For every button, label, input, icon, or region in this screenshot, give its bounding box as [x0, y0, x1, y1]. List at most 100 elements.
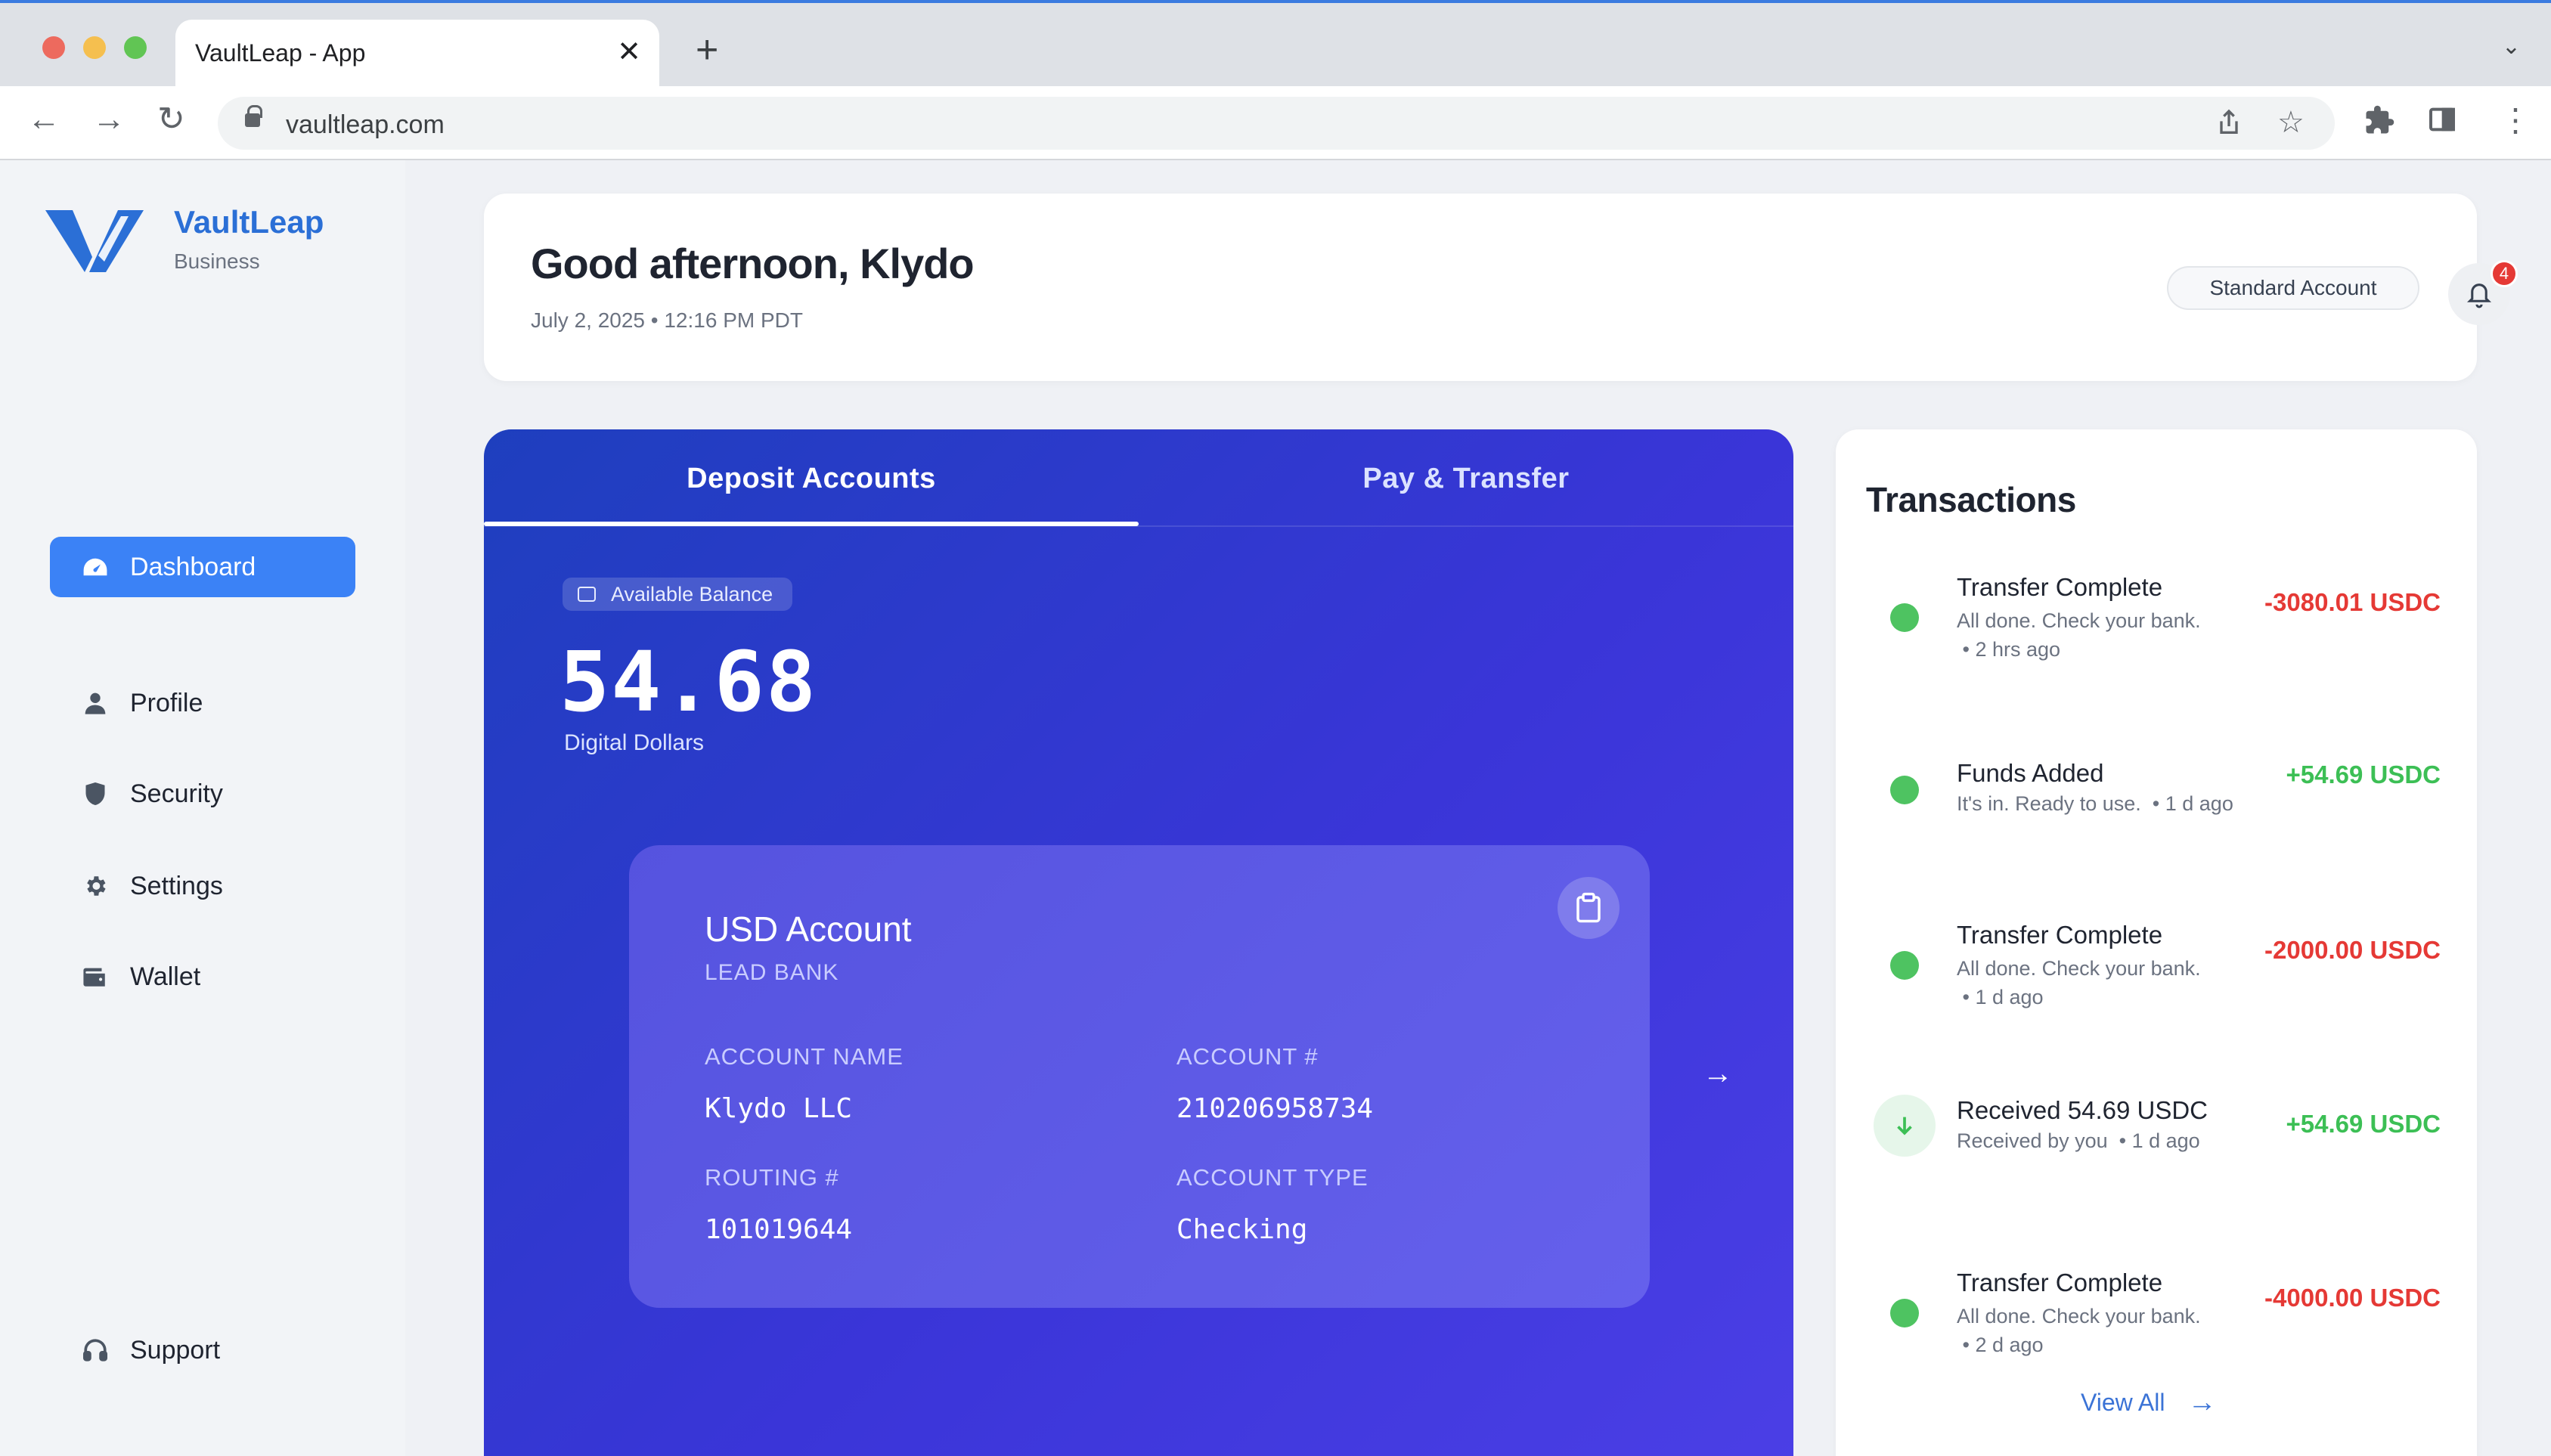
- wallet-icon: [578, 587, 596, 602]
- sidebar-item-security[interactable]: Security: [50, 764, 355, 824]
- account-type-label: ACCOUNT TYPE: [1176, 1164, 1368, 1191]
- wallet-icon: [82, 963, 109, 990]
- view-all-label: View All: [2081, 1389, 2165, 1416]
- usd-account-card: USD Account LEAD BANK ACCOUNT NAME Klydo…: [629, 845, 1650, 1308]
- transaction-item[interactable]: Funds Added It's in. Ready to use. • 1 d…: [1836, 759, 2477, 872]
- sidebar-item-label: Security: [130, 779, 223, 808]
- back-arrow-icon[interactable]: ←: [27, 103, 60, 136]
- shield-icon: [82, 780, 109, 807]
- new-tab-icon[interactable]: +: [696, 30, 718, 70]
- transactions-heading: Transactions: [1866, 480, 2076, 519]
- browser-tab-title: VaultLeap - App: [195, 39, 366, 67]
- sidebar-item-wallet[interactable]: Wallet: [50, 946, 355, 1007]
- browser-tab[interactable]: VaultLeap - App ✕: [175, 20, 659, 89]
- window-close-button[interactable]: [42, 36, 65, 59]
- transaction-description: Received by you • 1 d ago: [1957, 1129, 2200, 1152]
- sidebar: VaultLeap Business Dashboard Profile Sec…: [0, 160, 405, 1456]
- share-icon[interactable]: [2214, 107, 2244, 143]
- sidebar-item-support[interactable]: Support: [50, 1320, 355, 1380]
- tab-deposit-accounts[interactable]: Deposit Accounts: [484, 429, 1139, 528]
- transaction-amount: +54.69 USDC: [2286, 1110, 2441, 1138]
- tab-search-chevron-icon[interactable]: ⌄: [2502, 33, 2521, 60]
- sidebar-item-label: Settings: [130, 871, 223, 900]
- transaction-title: Transfer Complete: [1957, 573, 2163, 601]
- active-tab-indicator: [484, 522, 1139, 526]
- account-name-value: Klydo LLC: [705, 1093, 853, 1124]
- tab-pay-transfer[interactable]: Pay & Transfer: [1139, 429, 1793, 528]
- transaction-title: Funds Added: [1957, 759, 2104, 787]
- notification-count-badge: 4: [2491, 260, 2518, 287]
- bookmark-star-icon[interactable]: ☆: [2277, 107, 2305, 138]
- transaction-description: All done. Check your bank. • 1 d ago: [1957, 957, 2201, 1008]
- available-balance-chip: Available Balance: [563, 578, 793, 611]
- notifications-button[interactable]: 4: [2448, 260, 2518, 325]
- view-all-link[interactable]: View All →: [2081, 1386, 2216, 1419]
- received-arrow-icon: [1874, 1095, 1936, 1157]
- gear-icon: [82, 872, 109, 900]
- status-dot-icon: [1890, 951, 1919, 980]
- account-name-label: ACCOUNT NAME: [705, 1043, 904, 1070]
- lock-icon: [245, 105, 262, 127]
- side-panel-icon[interactable]: [2427, 104, 2457, 140]
- transaction-amount: -4000.00 USDC: [2264, 1284, 2441, 1312]
- extensions-puzzle-icon[interactable]: [2363, 104, 2395, 141]
- account-number-label: ACCOUNT #: [1176, 1043, 1319, 1070]
- status-dot-icon: [1890, 603, 1919, 632]
- available-balance-label: Available Balance: [611, 582, 773, 606]
- account-type-badge: Standard Account: [2167, 266, 2419, 310]
- status-dot-icon: [1890, 1299, 1919, 1327]
- browser-toolbar: ← → ↻ vaultleap.com ☆ ⋮: [0, 86, 2551, 160]
- browser-menu-icon[interactable]: ⋮: [2500, 104, 2531, 136]
- transaction-description: All done. Check your bank. • 2 d ago: [1957, 1305, 2201, 1356]
- routing-number-label: ROUTING #: [705, 1164, 839, 1191]
- transaction-item[interactable]: Transfer Complete All done. Check your b…: [1836, 1269, 2477, 1382]
- balance-amount: 54.68: [559, 634, 818, 730]
- brand-name: VaultLeap: [174, 204, 324, 240]
- address-bar[interactable]: vaultleap.com ☆: [218, 97, 2335, 150]
- bell-icon: [2466, 283, 2492, 308]
- current-datetime: July 2, 2025 • 12:16 PM PDT: [531, 308, 803, 332]
- transaction-title: Transfer Complete: [1957, 921, 2163, 949]
- status-dot-icon: [1890, 776, 1919, 804]
- reload-icon[interactable]: ↻: [157, 103, 185, 136]
- forward-arrow-icon[interactable]: →: [92, 103, 126, 136]
- dashboard-gauge-icon: [82, 553, 109, 581]
- account-number-value: 210206958734: [1176, 1093, 1374, 1124]
- app-root: VaultLeap Business Dashboard Profile Sec…: [0, 160, 2551, 1456]
- sidebar-item-label: Wallet: [130, 962, 201, 991]
- accounts-panel: Deposit Accounts Pay & Transfer Availabl…: [484, 429, 1793, 1456]
- window-maximize-button[interactable]: [124, 36, 147, 59]
- sidebar-item-label: Profile: [130, 688, 203, 717]
- headset-icon: [82, 1337, 109, 1364]
- page-title: Good afternoon, Klydo: [531, 240, 975, 287]
- transaction-item[interactable]: Transfer Complete All done. Check your b…: [1836, 573, 2477, 686]
- transaction-title: Received 54.69 USDC: [1957, 1096, 2208, 1124]
- account-type-value: Checking: [1176, 1214, 1308, 1245]
- transactions-panel: Transactions Transfer Complete All done.…: [1836, 429, 2477, 1456]
- sidebar-item-label: Support: [130, 1335, 221, 1365]
- transaction-item[interactable]: Received 54.69 USDC Received by you • 1 …: [1836, 1095, 2477, 1217]
- copy-details-button[interactable]: [1558, 877, 1620, 939]
- browser-tab-bar: VaultLeap - App ✕ + ⌄: [0, 0, 2551, 89]
- sidebar-item-settings[interactable]: Settings: [50, 856, 355, 916]
- sidebar-item-profile[interactable]: Profile: [50, 673, 355, 733]
- next-card-arrow-icon[interactable]: →: [1703, 1058, 1733, 1089]
- account-bank-name: LEAD BANK: [705, 960, 839, 985]
- window-minimize-button[interactable]: [83, 36, 106, 59]
- user-icon: [82, 689, 109, 717]
- clipboard-icon: [1576, 892, 1601, 923]
- transaction-description: It's in. Ready to use. • 1 d ago: [1957, 792, 2233, 815]
- sidebar-item-label: Dashboard: [130, 552, 256, 581]
- brand-subtitle: Business: [174, 249, 260, 273]
- main-content: Good afternoon, Klydo July 2, 2025 • 12:…: [405, 160, 2551, 1456]
- transaction-amount: -3080.01 USDC: [2264, 588, 2441, 616]
- vaultleap-logo-icon: [45, 210, 144, 272]
- tab-close-icon[interactable]: ✕: [617, 35, 641, 69]
- sidebar-item-dashboard[interactable]: Dashboard: [50, 537, 355, 597]
- account-card-title: USD Account: [705, 909, 912, 949]
- accounts-tabs: Deposit Accounts Pay & Transfer: [484, 429, 1793, 528]
- transaction-item[interactable]: Transfer Complete All done. Check your b…: [1836, 921, 2477, 1034]
- arrow-right-icon: →: [2187, 1386, 2217, 1418]
- transaction-description: All done. Check your bank. • 2 hrs ago: [1957, 609, 2201, 661]
- routing-number-value: 101019644: [705, 1214, 853, 1245]
